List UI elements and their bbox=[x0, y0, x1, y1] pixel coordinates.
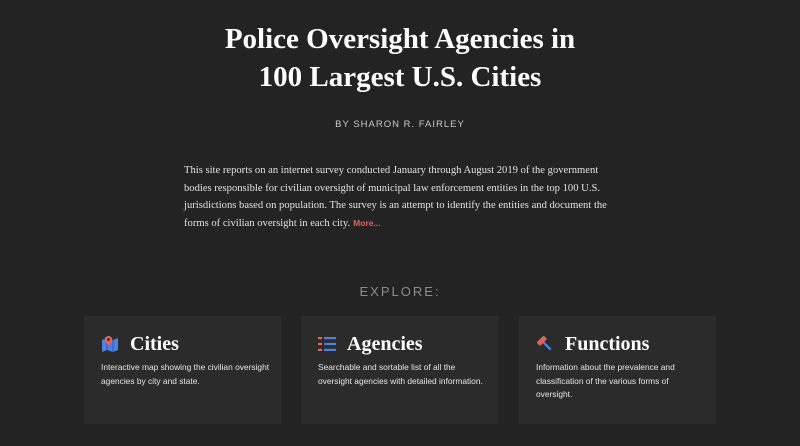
cities-card-header: Cities bbox=[100, 331, 179, 357]
functions-card-description: Information about the prevalence and cla… bbox=[536, 362, 675, 399]
more-link[interactable]: More... bbox=[353, 218, 380, 228]
functions-card-header: Functions bbox=[535, 331, 649, 357]
functions-card[interactable]: Functions Information about the prevalen… bbox=[519, 316, 716, 424]
map-icon bbox=[100, 334, 120, 354]
author-byline: BY SHARON R. FAIRLEY bbox=[335, 119, 465, 130]
cities-card-title: Cities bbox=[130, 332, 179, 355]
page-title-line-2: 100 Largest U.S. Cities bbox=[258, 61, 542, 93]
intro-text: This site reports on an internet survey … bbox=[184, 165, 607, 229]
cities-card[interactable]: Cities Interactive map showing the civil… bbox=[84, 316, 281, 424]
gavel-icon bbox=[535, 334, 555, 354]
agencies-card-header: Agencies bbox=[317, 331, 423, 357]
agencies-card-title: Agencies bbox=[347, 332, 423, 355]
explore-heading: EXPLORE: bbox=[359, 284, 441, 299]
page-title: Police Oversight Agencies in 100 Largest… bbox=[0, 20, 800, 96]
agencies-card[interactable]: Agencies Searchable and sortable list of… bbox=[301, 316, 498, 424]
agencies-card-description: Searchable and sortable list of all the … bbox=[318, 362, 483, 386]
page-title-line-1: Police Oversight Agencies in bbox=[224, 23, 576, 55]
functions-card-title: Functions bbox=[565, 332, 650, 355]
list-icon bbox=[317, 334, 337, 354]
intro-paragraph: This site reports on an internet survey … bbox=[184, 162, 624, 232]
cities-card-description: Interactive map showing the civilian ove… bbox=[101, 362, 270, 386]
